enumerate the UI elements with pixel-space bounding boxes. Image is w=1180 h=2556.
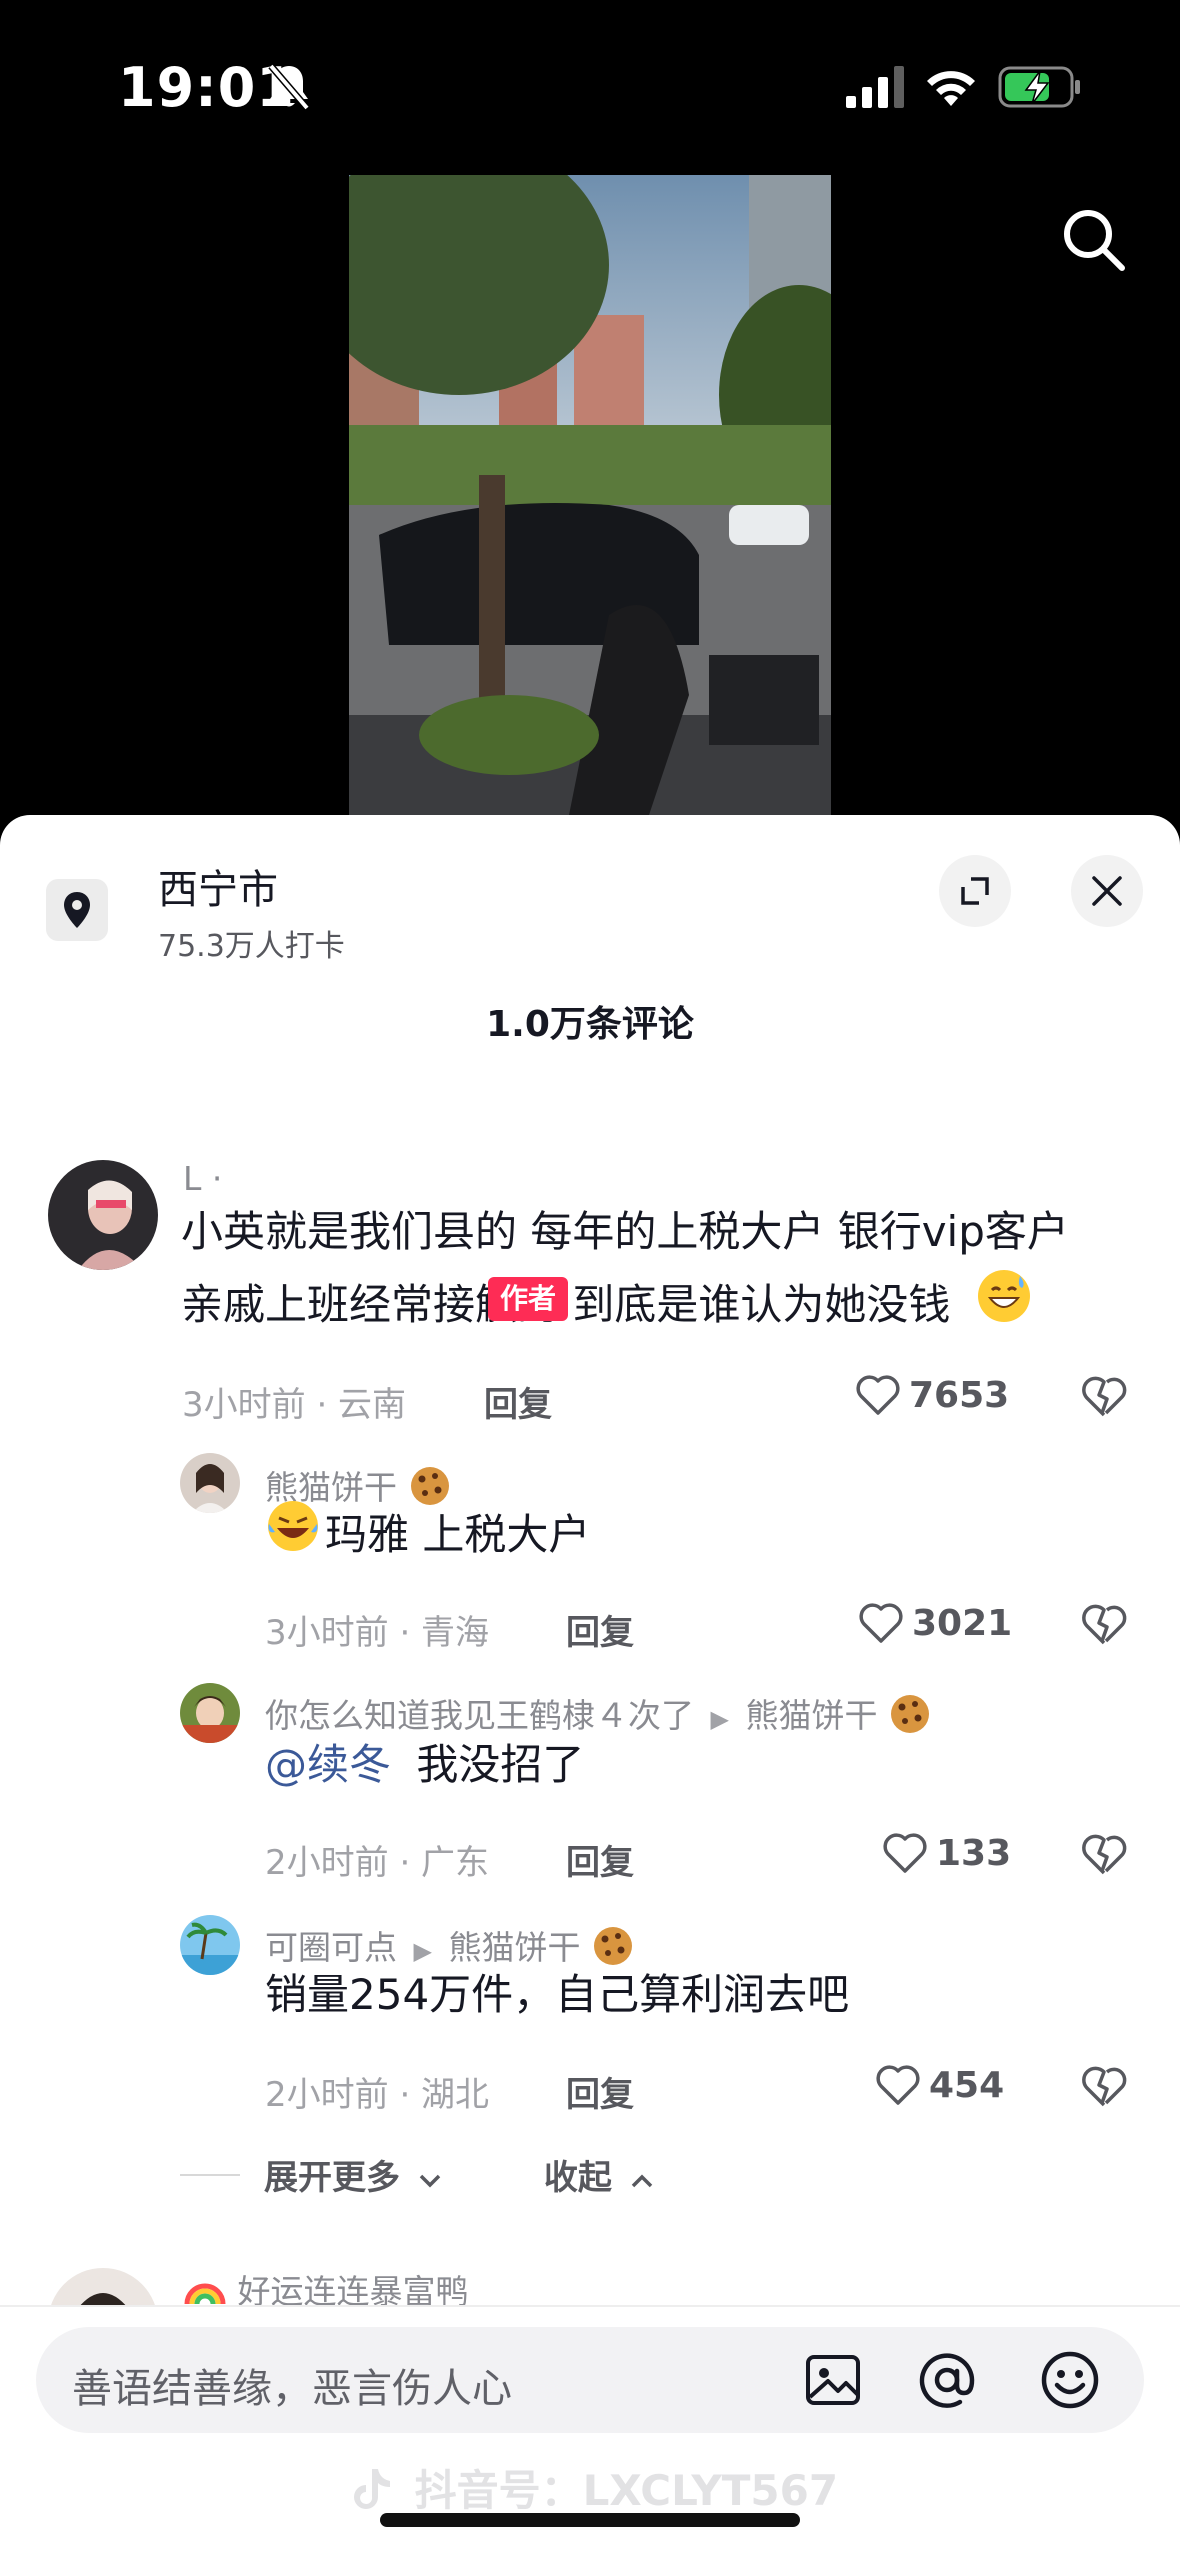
comment-count-title: 1.0万条评论 xyxy=(486,1004,694,1045)
like-button[interactable]: 7653 xyxy=(855,1373,1009,1417)
image-icon[interactable] xyxy=(802,2349,864,2411)
reply-button[interactable]: 回复 xyxy=(566,1835,634,1884)
chevron-up-icon xyxy=(630,2158,654,2198)
avatar[interactable] xyxy=(180,1915,240,1975)
collapse-label: 收起 xyxy=(543,2158,612,2198)
douyin-watermark: 抖音号：LXCLYT567 xyxy=(352,2457,838,2521)
cry-laugh-emoji-icon xyxy=(265,1498,321,1578)
comment-meta: 3小时前 · 云南 xyxy=(182,1385,407,1425)
bell-muted-icon xyxy=(268,63,310,111)
comment-text: 玛雅 上税大户 xyxy=(325,1510,591,1559)
comments-sheet: 西宁市 75.3万人打卡 1.0万条评论 L · 小英就是我们县的 每年的上税大… xyxy=(0,815,1180,2556)
heart-icon xyxy=(859,1603,903,1643)
dislike-broken-heart-icon[interactable] xyxy=(1081,2063,1127,2109)
like-button[interactable]: 454 xyxy=(875,2063,1004,2107)
home-indicator xyxy=(380,2513,800,2527)
heart-icon xyxy=(876,2065,920,2105)
like-button[interactable]: 3021 xyxy=(858,1601,1012,1645)
expand-button[interactable] xyxy=(939,855,1011,927)
comment-input-bar: 善语结善缘，恶言伤人心 抖音号：LXCLYT567 xyxy=(0,2305,1180,2556)
comment-text-line: 小英就是我们县的 每年的上税大户 银行vip客户 xyxy=(181,1207,1069,1256)
location-pin-icon[interactable] xyxy=(46,879,108,941)
battery-charging-icon xyxy=(998,66,1080,108)
divider-line xyxy=(0,2305,1180,2307)
wifi-icon xyxy=(927,71,975,106)
comment-input[interactable]: 善语结善缘，恶言伤人心 xyxy=(36,2327,1144,2433)
avatar[interactable] xyxy=(48,1160,158,1270)
like-button[interactable]: 133 xyxy=(882,1831,1011,1875)
reply-to-name: 熊猫饼干 xyxy=(745,1696,878,1735)
reply-button[interactable]: 回复 xyxy=(566,1605,634,1654)
status-bar: 19:01 xyxy=(0,0,1180,175)
cellular-signal-icon xyxy=(846,66,904,108)
collapse-button[interactable]: 收起 xyxy=(544,2150,654,2199)
cookie-emoji-icon xyxy=(888,1692,932,1744)
location-checkins: 75.3万人打卡 xyxy=(158,929,345,964)
comment-meta: 2小时前 · 广东 xyxy=(265,1843,490,1883)
dislike-broken-heart-icon[interactable] xyxy=(1081,1831,1127,1877)
watermark-text: 抖音号：LXCLYT567 xyxy=(414,2466,839,2515)
reply-button[interactable]: 回复 xyxy=(566,2067,634,2116)
like-count: 3021 xyxy=(912,1602,1013,1644)
heart-icon xyxy=(883,1833,927,1873)
divider-line xyxy=(180,2173,240,2176)
comment-meta: 3小时前 · 青海 xyxy=(265,1613,490,1653)
close-button[interactable] xyxy=(1071,855,1143,927)
mention-link[interactable]: @续冬 xyxy=(265,1740,391,1789)
search-icon[interactable] xyxy=(1058,204,1128,274)
reply-arrow-icon: ▶ xyxy=(710,1705,729,1733)
author-tag-badge: 作者 xyxy=(488,1277,569,1321)
reply-button[interactable]: 回复 xyxy=(484,1377,552,1426)
comment-input-placeholder: 善语结善缘，恶言伤人心 xyxy=(72,2366,512,2412)
location-title[interactable]: 西宁市 xyxy=(158,857,278,915)
expand-more-label: 展开更多 xyxy=(264,2158,400,2198)
like-count: 454 xyxy=(929,2064,1005,2106)
heart-icon xyxy=(856,1375,900,1415)
comment-text-line: 销量254万件，自己算利润去吧 xyxy=(265,1970,850,2019)
expand-icon xyxy=(961,877,989,905)
comment-text-line: @续冬 我没招了 xyxy=(265,1727,584,1803)
replies-toggle-row: 展开更多 收起 xyxy=(180,2150,654,2199)
comment-meta: 2小时前 · 湖北 xyxy=(265,2075,490,2115)
like-count: 133 xyxy=(936,1832,1012,1874)
close-icon xyxy=(1092,876,1122,906)
comment-text: 我没招了 xyxy=(416,1740,585,1789)
video-frame[interactable] xyxy=(349,175,831,815)
comment-author-name[interactable]: L · xyxy=(183,1159,222,1198)
dislike-broken-heart-icon[interactable] xyxy=(1081,1601,1127,1647)
dislike-broken-heart-icon[interactable] xyxy=(1081,1373,1127,1419)
comment-text-line: 玛雅 上税大户 xyxy=(265,1497,590,1578)
mention-at-icon[interactable] xyxy=(916,2349,978,2411)
video-player[interactable] xyxy=(0,175,1180,825)
chevron-down-icon xyxy=(418,2158,442,2198)
emoji-smile-icon[interactable] xyxy=(1039,2349,1101,2411)
sweat-grin-emoji-icon xyxy=(976,1268,1032,1348)
comment-text-line: 亲戚上班经常接触的 到底是谁认为她没钱 xyxy=(181,1267,1032,1348)
avatar[interactable] xyxy=(180,1453,240,1513)
avatar[interactable] xyxy=(180,1683,240,1743)
like-count: 7653 xyxy=(909,1374,1010,1416)
expand-more-button[interactable]: 展开更多 xyxy=(264,2150,442,2199)
